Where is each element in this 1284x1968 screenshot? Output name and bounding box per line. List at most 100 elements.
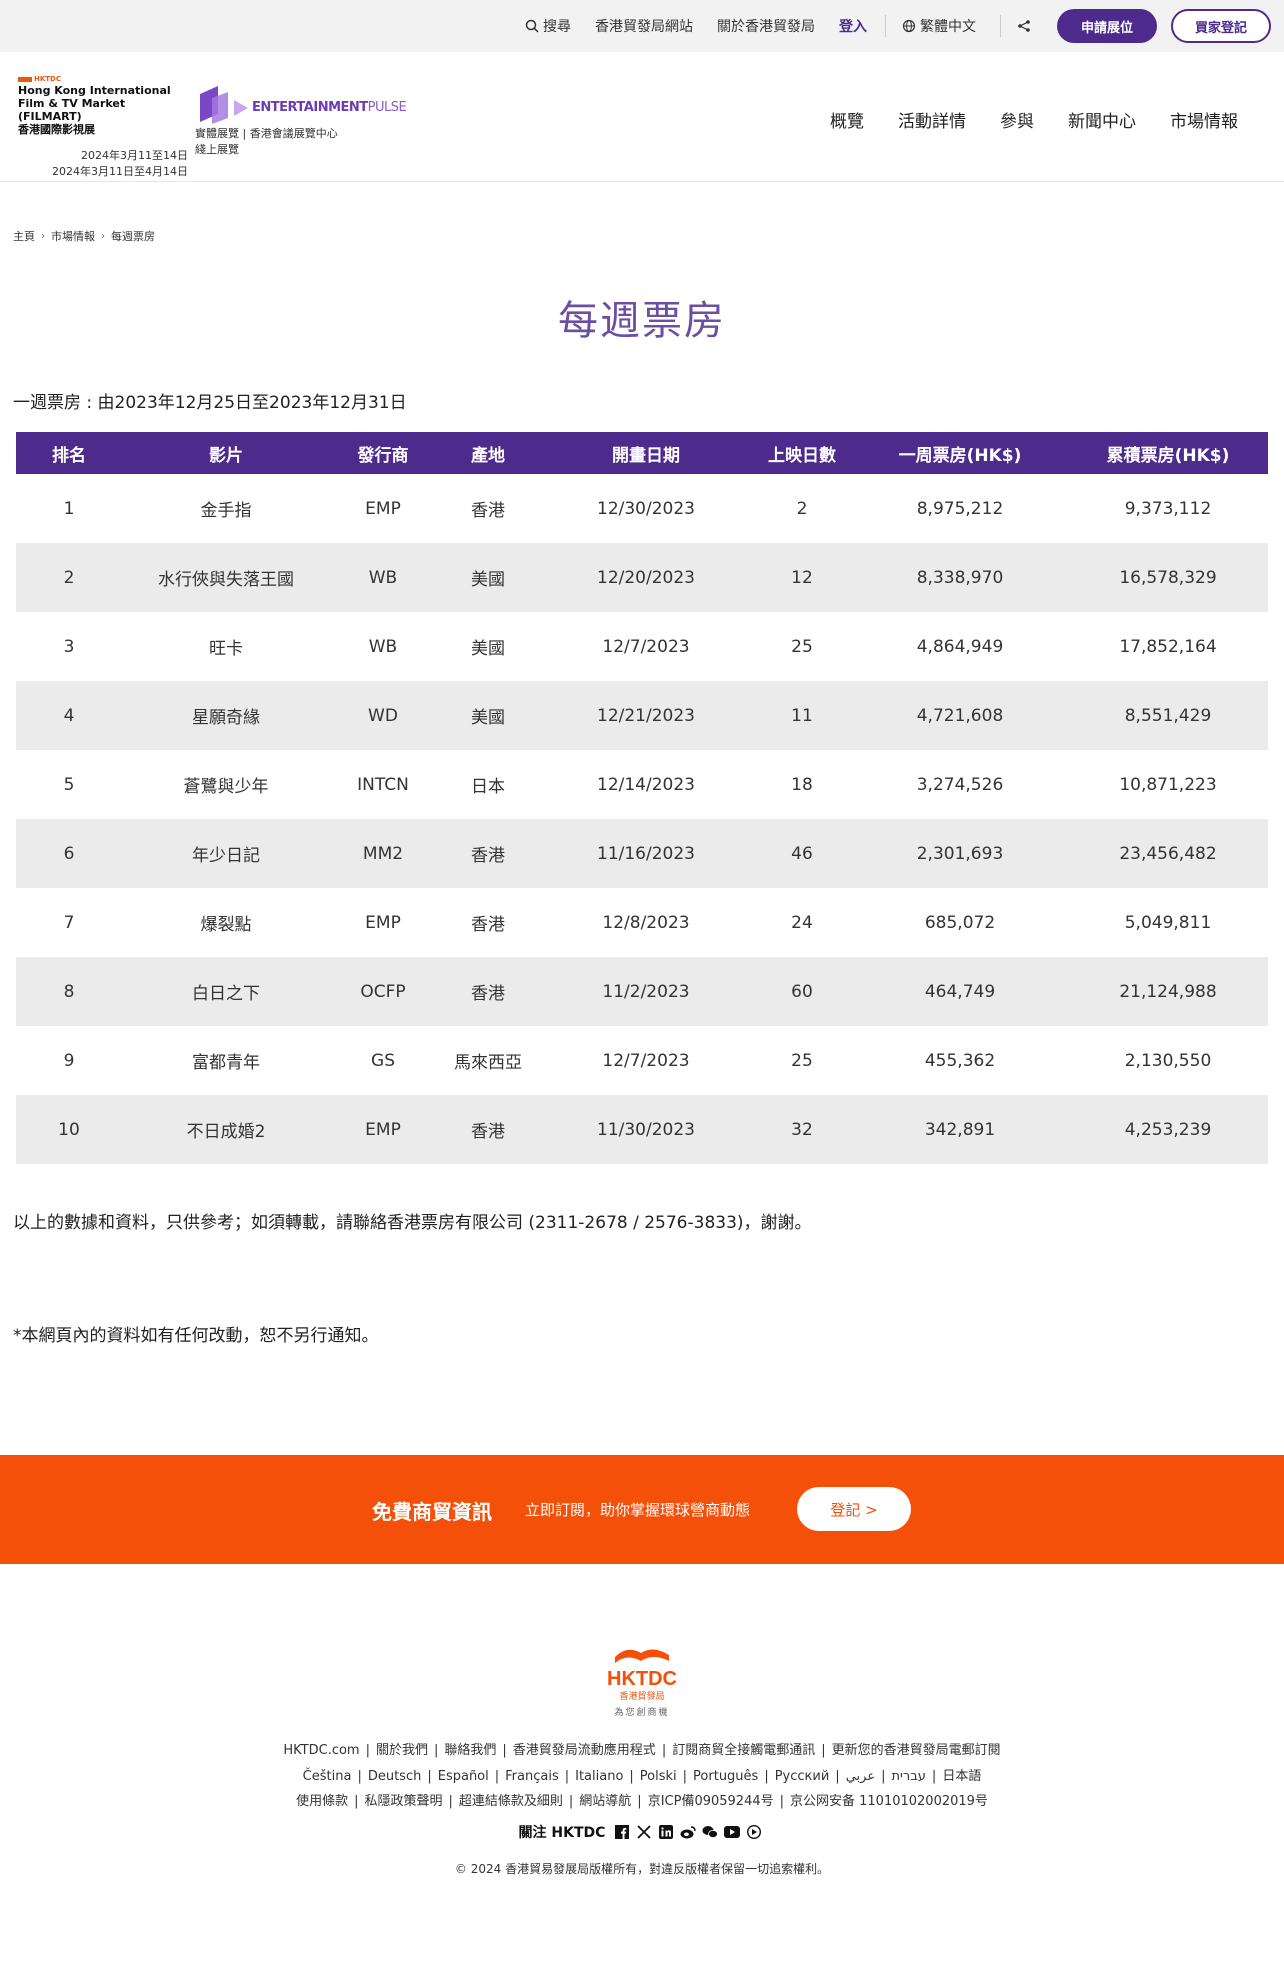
cell-weekly-gross: 8,338,970 <box>852 543 1068 612</box>
footer-language-link[interactable]: Русский <box>775 1769 830 1784</box>
cell-weekly-gross: 4,721,608 <box>852 681 1068 750</box>
wechat-icon[interactable] <box>702 1824 719 1840</box>
buyer-register-button[interactable]: 買家登記 <box>1171 9 1271 43</box>
footer-language-link[interactable]: Français <box>505 1769 559 1784</box>
apply-booth-button[interactable]: 申請展位 <box>1057 9 1157 43</box>
subscribe-button[interactable]: 登記 > <box>797 1487 911 1531</box>
banner-title: 免費商貿資訊 <box>372 1500 492 1524</box>
cell-release-date: 12/21/2023 <box>540 681 752 750</box>
cell-cumulative-gross: 5,049,811 <box>1124 912 1212 933</box>
pipe-separator: | <box>881 1769 886 1784</box>
cell-weekly-gross: 8,975,212 <box>916 498 1004 519</box>
breadcrumb-home[interactable]: 主頁 <box>13 228 35 244</box>
breadcrumb-market-intelligence[interactable]: 市場情報 <box>51 228 95 244</box>
footer-legal-link[interactable]: 私隱政策聲明 <box>364 1794 442 1809</box>
cell-film: 旺卡 <box>209 639 243 659</box>
share-button[interactable] <box>1017 19 1031 33</box>
table-row: 7 爆裂點 EMP 香港 12/8/2023 24 685,072 5,049,811 <box>16 888 1268 957</box>
youtube-icon[interactable] <box>724 1824 741 1840</box>
footer-link[interactable]: HKTDC.com <box>283 1743 359 1758</box>
cell-origin: 香港 <box>436 819 540 888</box>
hktdc-footer-logo[interactable]: HKTDC 香港貿發局 為您創商機 <box>607 1643 677 1721</box>
cell-release-date: 12/30/2023 <box>597 498 695 519</box>
facebook-icon[interactable] <box>614 1824 630 1840</box>
footer-language-link[interactable]: Português <box>693 1769 758 1784</box>
search-link[interactable]: 搜尋 <box>525 16 571 36</box>
nav-event-details[interactable]: 活動詳情 <box>898 107 966 132</box>
cell-rank: 10 <box>16 1095 122 1164</box>
cell-cumulative-gross: 23,456,482 <box>1068 819 1268 888</box>
cell-rank: 7 <box>63 912 75 933</box>
utility-bar: 搜尋 香港貿發局網站 關於香港貿發局 登入 繁體中文 申請展位 買家登記 <box>0 0 1284 52</box>
footer-legal-link[interactable]: 網站導航 <box>579 1794 631 1809</box>
filmart-logo[interactable]: HKTDC Hong Kong International Film & TV … <box>18 74 188 178</box>
footer-link[interactable]: 訂閱商貿全接觸電郵通訊 <box>672 1743 815 1758</box>
filmart-brand-text: HKTDC <box>34 75 62 83</box>
nav-news-centre[interactable]: 新聞中心 <box>1068 107 1136 132</box>
login-link[interactable]: 登入 <box>839 16 867 36</box>
divider <box>885 15 886 37</box>
nav-overview[interactable]: 概覽 <box>830 107 864 132</box>
cell-origin: 日本 <box>471 777 505 797</box>
footer-legal-link[interactable]: 超連結條款及細則 <box>459 1794 563 1809</box>
cell-cumulative-gross: 2,130,550 <box>1124 1050 1212 1071</box>
pipe-separator: | <box>931 1769 937 1784</box>
footer-link[interactable]: 更新您的香港貿發局電郵訂閱 <box>832 1743 1001 1758</box>
footer-language-link[interactable]: 日本語 <box>942 1769 981 1784</box>
entertainment-pulse-logo[interactable]: ENTERTAINMENTPULSE <box>198 84 407 124</box>
weibo-icon[interactable] <box>680 1824 697 1840</box>
cell-distributor: MM2 <box>330 819 436 888</box>
cell-distributor: EMP <box>365 498 401 519</box>
footer-link[interactable]: 香港貿發局流動應用程式 <box>513 1743 656 1758</box>
footer-language-link[interactable]: Italiano <box>575 1769 623 1784</box>
pipe-separator: | <box>427 1769 432 1784</box>
cell-film: 白日之下 <box>122 957 330 1026</box>
cell-cumulative-gross: 9,373,112 <box>1124 498 1212 519</box>
pipe-separator: | <box>354 1794 359 1809</box>
x-icon[interactable] <box>636 1824 652 1840</box>
footer-language-link[interactable]: Deutsch <box>368 1769 422 1784</box>
cell-weekly-gross: 685,072 <box>924 912 996 933</box>
footer-language-link[interactable]: عربي <box>846 1769 875 1784</box>
pipe-separator: | <box>357 1769 362 1784</box>
hktdc-site-link[interactable]: 香港貿發局網站 <box>595 16 693 36</box>
header-cumulative-gross: 累積票房(HK$) <box>1068 432 1268 474</box>
pipe-separator: | <box>365 1743 370 1758</box>
breadcrumb: 主頁 › 市場情報 › 每週票房 <box>13 228 155 244</box>
event-venues: 實體展覽 | 香港會議展覽中心 綫上展覽 <box>195 126 338 158</box>
divider <box>1000 15 1001 37</box>
ep-name-thin: PULSE <box>367 100 407 115</box>
breadcrumb-current: 每週票房 <box>111 230 155 243</box>
cell-weekly-gross: 4,864,949 <box>916 636 1004 657</box>
footer-link[interactable]: 關於我們 <box>376 1743 428 1758</box>
table-row: 4 星願奇緣 WD 美國 12/21/2023 11 4,721,608 8,551,429 <box>16 681 1268 750</box>
footer-legal-link[interactable]: 京公网安备 11010102002019号 <box>790 1794 988 1809</box>
cell-film: 富都青年 <box>192 1053 260 1073</box>
footer-link[interactable]: 聯絡我們 <box>444 1743 496 1758</box>
share-icon <box>1018 20 1030 32</box>
nav-participate[interactable]: 參與 <box>1000 107 1034 132</box>
footer-legal-link[interactable]: 京ICP備09059244号 <box>648 1794 774 1809</box>
cell-days-showing: 11 <box>752 681 852 750</box>
main-nav: 概覽 活動詳情 參與 新聞中心 市場情報 <box>796 107 1238 132</box>
language-selector[interactable]: 繁體中文 <box>902 16 976 36</box>
about-hktdc-link[interactable]: 關於香港貿發局 <box>717 16 815 36</box>
header-weekly-gross: 一周票房(HK$) <box>852 432 1068 474</box>
cell-origin: 香港 <box>436 1095 540 1164</box>
entertainment-pulse-wordmark: ENTERTAINMENTPULSE <box>252 100 407 115</box>
footer-language-link[interactable]: עברית <box>891 1769 925 1784</box>
pipe-separator: | <box>448 1794 453 1809</box>
table-row: 2 水行俠與失落王國 WB 美國 12/20/2023 12 8,338,970 16,578… <box>16 543 1268 612</box>
footer-language-link[interactable]: Polski <box>640 1769 677 1784</box>
follow-label: 關注 HKTDC <box>518 1825 606 1841</box>
eye-icon[interactable] <box>746 1824 762 1840</box>
nav-market-intelligence[interactable]: 市場情報 <box>1170 107 1238 132</box>
chevron-right-icon: › <box>101 230 105 242</box>
footer-legal-link[interactable]: 使用條款 <box>296 1794 348 1809</box>
cell-weekly-gross: 3,274,526 <box>916 774 1004 795</box>
footer-language-link[interactable]: Čeština <box>303 1769 352 1784</box>
site-header: HKTDC Hong Kong International Film & TV … <box>0 52 1284 182</box>
linkedin-icon[interactable] <box>658 1824 674 1840</box>
footer-language-link[interactable]: Español <box>438 1769 489 1784</box>
filmart-name-line3: 香港國際影視展 <box>18 123 95 136</box>
